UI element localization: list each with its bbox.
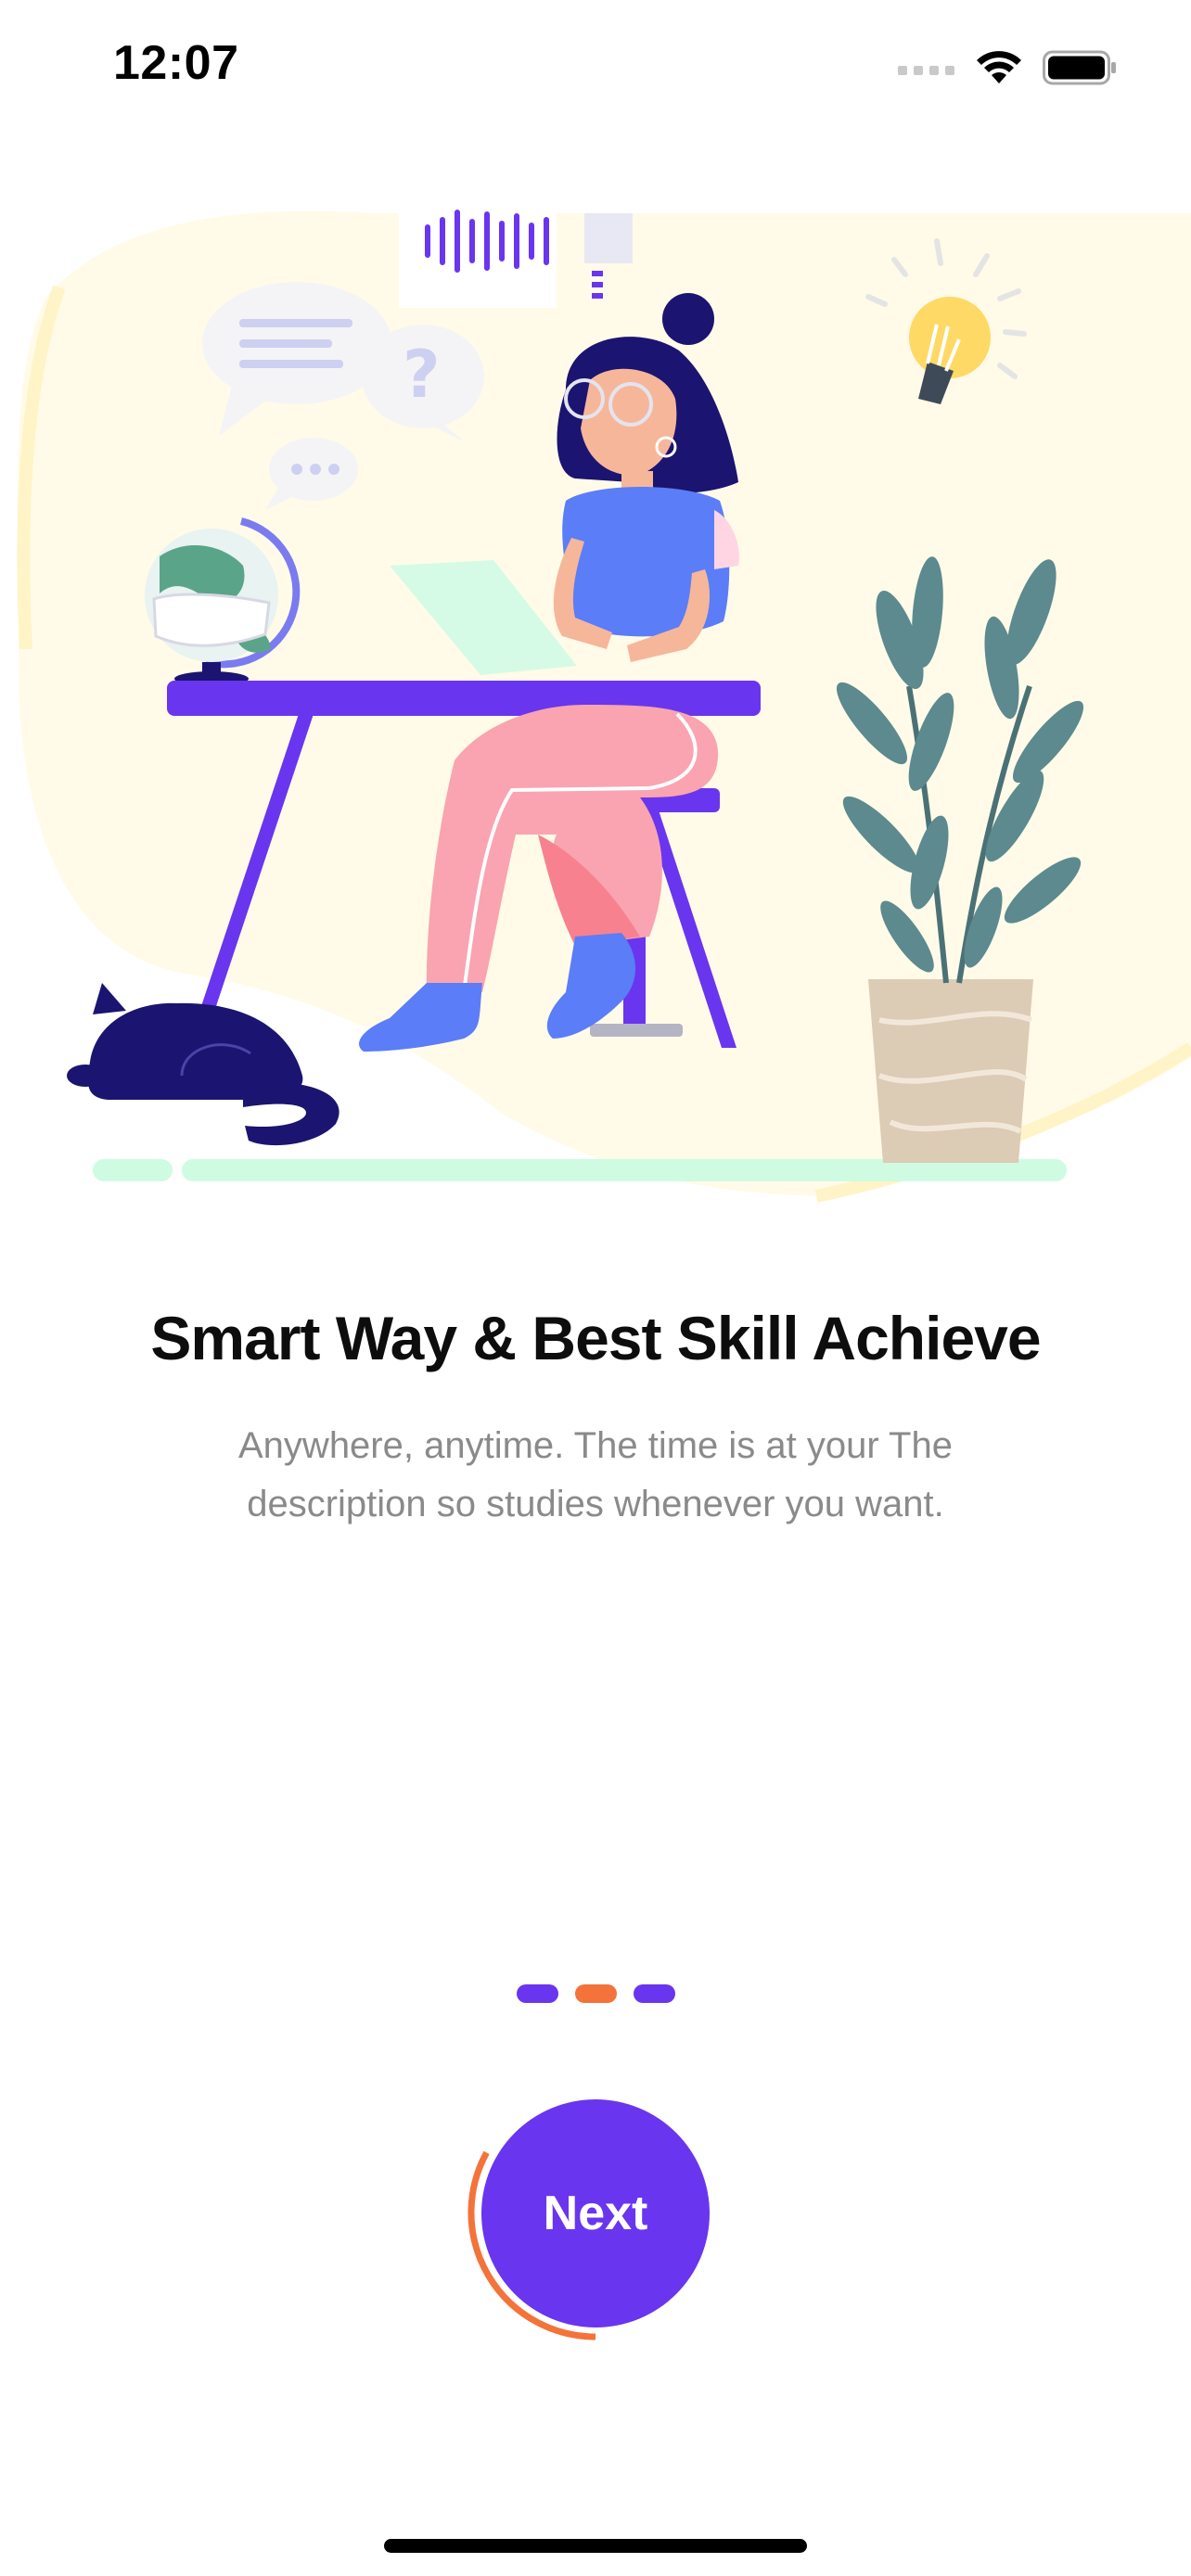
page-indicator (0, 1984, 1191, 2003)
battery-icon (1043, 50, 1116, 85)
next-button[interactable]: Next (481, 2099, 710, 2327)
home-indicator[interactable] (384, 2539, 807, 2553)
stool-base (590, 1024, 683, 1037)
onboarding-title: Smart Way & Best Skill Achieve (150, 1304, 1041, 1372)
status-bar: 12:07 (0, 0, 1191, 121)
onboarding-illustration: ? (17, 204, 1191, 1203)
floor-line-left (93, 1159, 173, 1181)
status-icons (898, 45, 1117, 91)
page-dot (633, 1984, 675, 2003)
signal-icon (898, 66, 954, 75)
wifi-icon (977, 51, 1021, 83)
onboarding-description: Anywhere, anytime. The time is at your T… (238, 1425, 953, 1524)
status-time: 12:07 (113, 36, 239, 90)
next-button-container: Next (460, 2098, 731, 2368)
page-dot-active (574, 1984, 617, 2003)
cat-icon (67, 983, 339, 1146)
page-dot (516, 1984, 558, 2003)
svg-text:?: ? (403, 337, 441, 413)
